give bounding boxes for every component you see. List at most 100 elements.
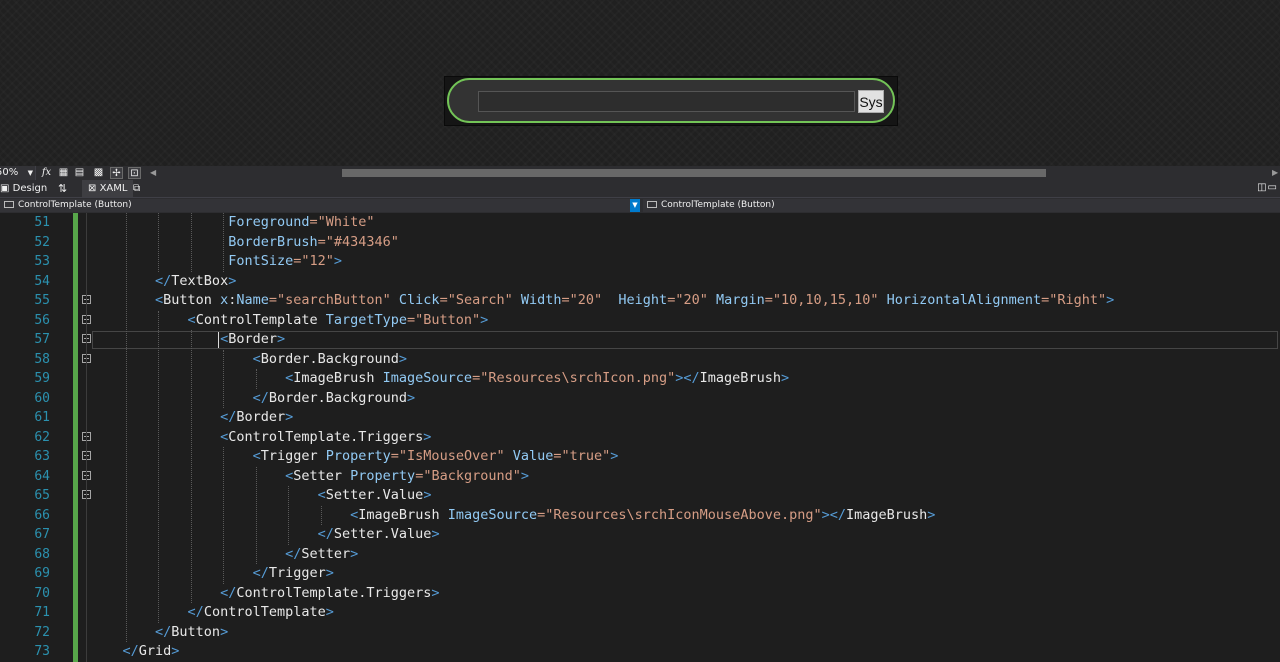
code-text: </TextBox> <box>155 272 236 292</box>
code-text: </Border.Background> <box>253 389 416 409</box>
zoom-dropdown[interactable]: 50% ▼ <box>0 166 36 180</box>
code-line[interactable]: 60 </Border.Background> <box>0 388 1280 409</box>
code-text: <ControlTemplate TargetType="Button"> <box>188 311 489 331</box>
tab-xaml-label: XAML <box>99 183 128 194</box>
code-token: ="10,10,15,10" <box>764 292 879 308</box>
code-token: > <box>398 350 408 367</box>
code-line[interactable]: 61 </Border> <box>0 408 1280 428</box>
code-text: </Grid> <box>123 642 180 662</box>
indent-guide <box>320 505 322 525</box>
xaml-code-editor[interactable]: 51 Foreground="White" 52 BorderBrush="#4343… <box>0 213 1280 662</box>
current-line-highlight <box>92 331 1278 349</box>
grid-dense-icon[interactable]: ▤ <box>73 167 86 179</box>
line-number: 72 <box>34 624 50 640</box>
fx-icon[interactable]: fx <box>40 167 53 179</box>
code-line[interactable]: 56 <ControlTemplate TargetType="Button"> <box>0 310 1280 331</box>
line-number: 53 <box>34 254 50 269</box>
window-preview[interactable]: Sys <box>444 76 898 126</box>
member-dropdown-label: ControlTemplate (Button) <box>661 200 775 210</box>
code-token: ="12" <box>293 253 334 269</box>
code-token: > <box>431 526 440 542</box>
code-line[interactable]: 67 </Setter.Value> <box>0 525 1280 545</box>
code-token: ="20" <box>667 292 708 308</box>
code-line[interactable]: 59 <ImageBrush ImageSource="Resources\src… <box>0 369 1280 389</box>
code-line[interactable]: 51 Foreground="White" <box>0 213 1280 233</box>
code-line[interactable]: 58 <Border.Background> <box>0 349 1280 369</box>
tab-xaml[interactable]: ⊠ XAML <box>82 180 134 197</box>
tab-design-label: Design <box>12 183 48 194</box>
change-marker <box>73 447 78 467</box>
code-text: FontSize="12"> <box>228 252 342 272</box>
code-text: <Setter.Value> <box>318 486 432 506</box>
change-marker <box>73 544 78 564</box>
code-line[interactable]: 66 <ImageBrush ImageSource="Resources\src… <box>0 505 1280 526</box>
line-number: 60 <box>34 390 50 406</box>
code-token: ="searchButton" <box>268 292 391 308</box>
checkerboard-icon[interactable]: ▩ <box>92 167 105 179</box>
code-text: <ImageBrush ImageSource="Resources\srchI… <box>350 506 935 526</box>
code-line[interactable]: 54 </TextBox> <box>0 271 1280 292</box>
code-token: ImageBrush <box>699 370 781 386</box>
code-line[interactable]: 69 </Trigger> <box>0 564 1280 584</box>
snap-icon[interactable]: ✢ <box>110 167 123 179</box>
code-line[interactable]: 68 </Setter> <box>0 544 1280 564</box>
code-line[interactable]: 65 <Setter.Value> <box>0 486 1280 506</box>
code-line[interactable]: 63 <Trigger Property="IsMouseOver" Value=… <box>0 447 1280 467</box>
code-text: </Setter.Value> <box>318 525 440 545</box>
code-token: Setter <box>293 467 343 484</box>
code-token: Grid <box>138 643 172 659</box>
chevron-down-icon: ▼ <box>27 169 33 177</box>
code-line[interactable]: 62 <ControlTemplate.Triggers> <box>0 427 1280 447</box>
grid-icon[interactable]: ▦ <box>57 167 70 179</box>
code-line[interactable]: 64 <Setter Property="Background"> <box>0 466 1280 486</box>
swap-panes-button[interactable]: ⇅ <box>58 180 67 197</box>
code-line[interactable]: 52 BorderBrush="#434346" <box>0 232 1280 252</box>
code-token: ControlTemplate.Triggers <box>236 584 432 601</box>
code-line[interactable]: 70 </ControlTemplate.Triggers> <box>0 583 1280 603</box>
code-token: > <box>171 643 180 659</box>
scroll-right-icon[interactable]: ▶ <box>1272 166 1278 180</box>
code-token: > <box>423 428 432 445</box>
indent-guide <box>158 310 160 623</box>
code-text: Foreground="White" <box>228 213 374 233</box>
code-line[interactable]: 72 </Button> <box>0 622 1280 642</box>
scrollbar-thumb[interactable] <box>342 169 1046 177</box>
code-token: Click <box>390 292 440 308</box>
change-marker <box>73 603 78 623</box>
zoom-value: 50% <box>0 167 19 178</box>
code-token: </ <box>220 584 237 601</box>
line-number: 52 <box>34 234 50 250</box>
code-token: > <box>780 370 790 386</box>
type-dropdown[interactable]: ControlTemplate (Button) <box>0 199 640 212</box>
swap-icon: ⇅ <box>58 182 68 195</box>
code-token: ControlTemplate <box>195 311 318 328</box>
code-token: > <box>610 448 619 464</box>
code-line[interactable]: 55 <Button x:Name="searchButton" Click="S… <box>0 291 1280 311</box>
tab-design[interactable]: ▣ Design <box>0 180 47 197</box>
code-line[interactable]: 53 FontSize="12"> <box>0 252 1280 272</box>
chevron-down-icon[interactable]: ▼ <box>630 199 640 212</box>
line-number: 70 <box>34 585 50 601</box>
scroll-left-icon[interactable]: ◀ <box>150 166 156 180</box>
search-textbox[interactable] <box>478 91 855 112</box>
change-marker <box>73 486 78 506</box>
popout-icon[interactable]: ⧉ <box>133 180 140 197</box>
ruler-icon[interactable]: ⊡ <box>128 167 141 179</box>
design-surface[interactable]: Sys <box>0 0 1280 166</box>
code-line[interactable]: 73 </Grid> <box>0 642 1280 662</box>
code-line[interactable]: 71 </ControlTemplate> <box>0 603 1280 623</box>
code-token: ="20" <box>561 292 603 308</box>
code-token: > <box>520 467 529 484</box>
member-dropdown[interactable]: ControlTemplate (Button) <box>643 199 1280 212</box>
code-token: < <box>317 487 326 503</box>
code-token: </ <box>122 643 139 659</box>
search-button[interactable]: Sys <box>858 90 884 113</box>
fold-margin-line <box>86 213 87 662</box>
horizontal-scrollbar[interactable] <box>158 169 1268 177</box>
code-token: > <box>220 623 229 640</box>
code-token: Value <box>504 448 554 464</box>
code-token: > <box>325 565 334 581</box>
split-view-icon[interactable]: ◫▭ <box>1257 182 1278 193</box>
code-token: ="Right" <box>1041 292 1107 308</box>
code-token: ImageBrush <box>846 506 928 523</box>
